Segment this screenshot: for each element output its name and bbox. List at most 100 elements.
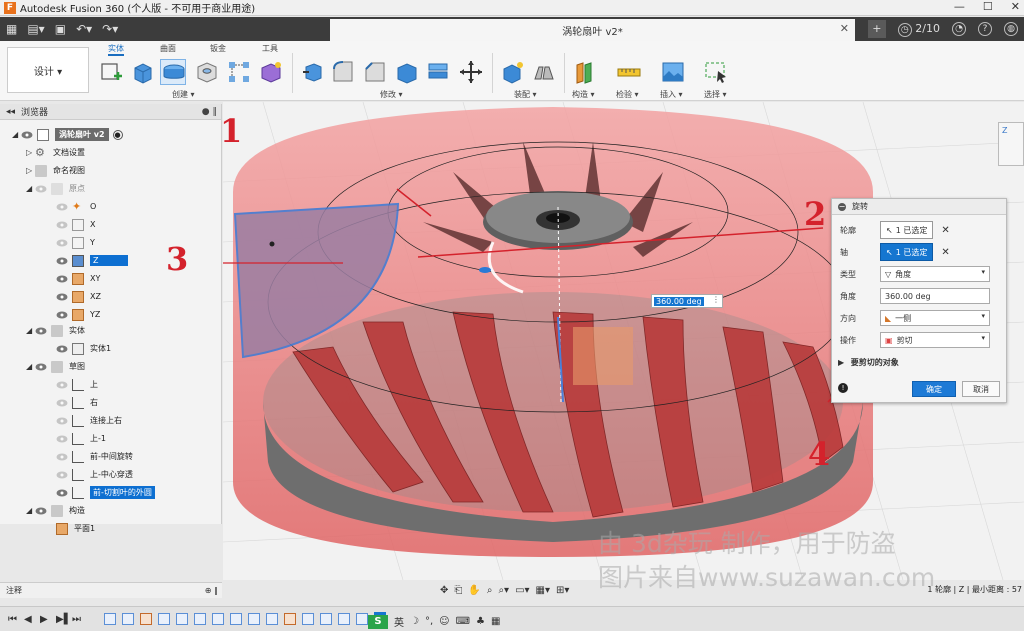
profile-select-button[interactable]: ↖ 1 已选定: [880, 221, 934, 239]
modify-group-label[interactable]: 修改 ▾: [380, 89, 403, 100]
visibility-eye-icon[interactable]: [56, 435, 68, 443]
tree-item-xy-plane[interactable]: XY: [56, 270, 100, 287]
angle-manipulator-input[interactable]: 360.00 deg ⋮: [651, 294, 723, 308]
expand-arrow-icon[interactable]: ◢: [12, 130, 21, 139]
measure-tool[interactable]: [616, 59, 642, 85]
move-tool[interactable]: [458, 59, 484, 85]
hole-tool[interactable]: [194, 59, 220, 85]
visibility-eye-icon[interactable]: [35, 327, 47, 335]
visibility-eye-icon[interactable]: [56, 345, 68, 353]
new-component-tool[interactable]: [500, 59, 526, 85]
info-icon[interactable]: !: [838, 383, 848, 393]
assemble-group-label[interactable]: 装配 ▾: [514, 89, 537, 100]
timeline-sketch-feature[interactable]: [122, 613, 134, 625]
visibility-eye-icon[interactable]: [56, 381, 68, 389]
select-group-label[interactable]: 选择 ▾: [704, 89, 727, 100]
insert-group-label[interactable]: 插入 ▾: [660, 89, 683, 100]
pattern-tool[interactable]: [226, 59, 252, 85]
fit-icon[interactable]: ⌕▾: [498, 585, 509, 596]
notification-icon[interactable]: ◔: [952, 22, 966, 36]
job-status[interactable]: ◷ 2/10: [897, 22, 940, 37]
visibility-eye-icon[interactable]: [56, 203, 68, 211]
visibility-eye-icon[interactable]: [35, 507, 47, 515]
emoji-icon[interactable]: ☺: [439, 616, 449, 627]
minimize-icon[interactable]: —: [954, 0, 965, 13]
tree-item-body1[interactable]: 实体1: [56, 340, 111, 357]
tree-item-sketch[interactable]: 右: [56, 394, 98, 411]
offset-plane-tool[interactable]: [572, 59, 598, 85]
cancel-button[interactable]: 取消: [962, 381, 1000, 397]
timeline-plane-feature[interactable]: [284, 613, 296, 625]
undo-icon[interactable]: ↶▾: [76, 22, 92, 36]
create-form-tool[interactable]: [258, 59, 284, 85]
tree-item-sketch-active[interactable]: 前-切割叶的外圆: [56, 484, 155, 501]
timeline-sketch-feature[interactable]: [194, 613, 206, 625]
new-tab-button[interactable]: +: [867, 20, 886, 38]
redo-icon[interactable]: ↷▾: [102, 22, 118, 36]
active-component-radio[interactable]: ●: [112, 129, 123, 140]
combine-tool[interactable]: [426, 59, 452, 85]
timeline-pattern-feature[interactable]: [248, 613, 260, 625]
help-icon[interactable]: ?: [978, 22, 992, 36]
visibility-eye-icon[interactable]: [56, 453, 68, 461]
more-options-icon[interactable]: ⋮: [712, 295, 720, 304]
shell-tool[interactable]: [394, 59, 420, 85]
tree-item-origin-point[interactable]: ✦ O: [56, 198, 96, 215]
maximize-icon[interactable]: ☐: [983, 0, 993, 13]
expand-arrow-icon[interactable]: ◢: [26, 184, 35, 193]
save-icon[interactable]: ▣: [55, 22, 66, 36]
tree-item-x-axis[interactable]: X: [56, 216, 95, 233]
tree-item-sketch[interactable]: 连接上右: [56, 412, 122, 429]
timeline-sketch-feature[interactable]: [158, 613, 170, 625]
create-group-label[interactable]: 创建 ▾: [172, 89, 195, 100]
direction-select[interactable]: ◣ 一侧 ▾: [880, 310, 990, 326]
play-icon[interactable]: ▶: [40, 614, 50, 625]
tree-item-sketch[interactable]: 前-中间旋转: [56, 448, 133, 465]
visibility-eye-icon[interactable]: [56, 257, 68, 265]
skin-icon[interactable]: ♣: [476, 616, 485, 627]
tab-solid[interactable]: 实体: [108, 43, 124, 56]
visibility-eye-icon[interactable]: [56, 221, 68, 229]
ime-mode-icon[interactable]: 英: [394, 614, 404, 629]
chamfer-tool[interactable]: [362, 59, 388, 85]
timeline-extrude-feature[interactable]: [176, 613, 188, 625]
construct-group-label[interactable]: 构造 ▾: [572, 89, 595, 100]
axis-select-button[interactable]: ↖ 1 已选定: [880, 243, 934, 261]
visibility-eye-icon[interactable]: [21, 131, 33, 139]
collapse-panel-icon[interactable]: ◂◂: [6, 107, 15, 117]
angle-input[interactable]: 360.00 deg: [880, 288, 990, 304]
go-to-end-icon[interactable]: ⏭: [72, 614, 82, 625]
tree-root[interactable]: ◢ 涡轮扇叶 v2 ●: [12, 126, 123, 143]
orbit-icon[interactable]: ✥: [440, 585, 448, 596]
sogou-ime-icon[interactable]: S: [368, 614, 388, 629]
tree-item-sketch[interactable]: 上-1: [56, 430, 106, 447]
visibility-eye-icon[interactable]: [56, 471, 68, 479]
fillet-tool[interactable]: [330, 59, 356, 85]
tree-item-y-axis[interactable]: Y: [56, 234, 95, 251]
step-back-icon[interactable]: ◀: [24, 614, 34, 625]
close-tab-icon[interactable]: ✕: [840, 22, 849, 35]
close-window-icon[interactable]: ✕: [1011, 0, 1020, 13]
visibility-eye-icon[interactable]: [56, 311, 68, 319]
tree-item-sketches[interactable]: ◢ 草图: [26, 358, 85, 375]
tab-tools[interactable]: 工具: [262, 43, 278, 54]
timeline-revolve-feature[interactable]: [212, 613, 224, 625]
punctuation-icon[interactable]: °,: [425, 616, 433, 627]
collapse-dialog-icon[interactable]: −: [838, 202, 846, 211]
look-at-icon[interactable]: ⎗: [454, 585, 462, 596]
go-to-start-icon[interactable]: ⏮: [8, 614, 18, 625]
clear-profile-icon[interactable]: ✕: [941, 225, 949, 236]
viewports-icon[interactable]: ⊞▾: [556, 585, 569, 596]
revolve-tool[interactable]: [160, 59, 186, 85]
visibility-eye-icon[interactable]: [35, 363, 47, 371]
tree-item-construction[interactable]: ◢ 构造: [26, 502, 85, 519]
document-tab[interactable]: 涡轮扇叶 v2* ✕: [330, 19, 855, 41]
moon-icon[interactable]: ☽: [410, 616, 419, 627]
timeline-sketch-feature[interactable]: [230, 613, 242, 625]
timeline-sketch-feature[interactable]: [338, 613, 350, 625]
browser-controls[interactable]: ● ‖: [202, 107, 217, 117]
visibility-eye-icon[interactable]: [56, 489, 68, 497]
visibility-eye-icon[interactable]: [56, 275, 68, 283]
grid-menu-icon[interactable]: ▦: [6, 22, 17, 36]
type-select[interactable]: ▽ 角度 ▾: [880, 266, 990, 282]
